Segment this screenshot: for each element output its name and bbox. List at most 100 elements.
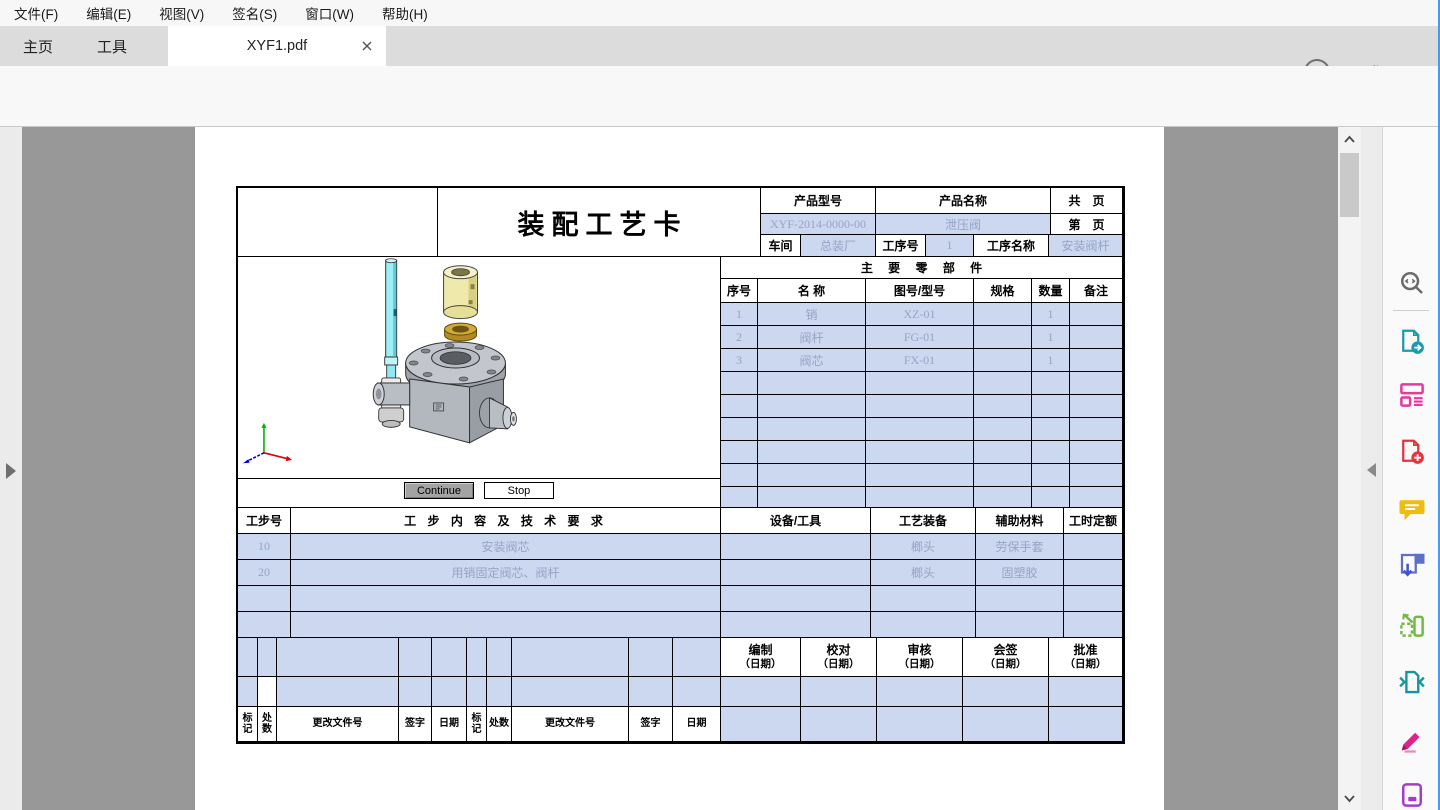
form-field[interactable]: [1070, 372, 1123, 395]
form-field[interactable]: [871, 612, 976, 638]
form-field[interactable]: [721, 612, 871, 638]
form-field[interactable]: [721, 534, 871, 560]
form-field[interactable]: [721, 560, 871, 586]
menu-view[interactable]: 视图(V): [159, 3, 204, 23]
form-field[interactable]: [1070, 487, 1123, 508]
close-tab-icon[interactable]: [360, 39, 374, 53]
form-field[interactable]: [1032, 441, 1070, 464]
form-field[interactable]: FX-01: [866, 349, 974, 372]
form-field[interactable]: [1032, 487, 1070, 508]
form-field[interactable]: [866, 441, 974, 464]
form-field[interactable]: [467, 677, 487, 707]
form-field[interactable]: 阀芯: [758, 349, 866, 372]
tab-tools[interactable]: 工具: [84, 26, 140, 66]
fill-and-sign-icon[interactable]: [1396, 723, 1428, 755]
form-field[interactable]: [629, 677, 673, 707]
expand-left-pane-icon[interactable]: [6, 463, 16, 479]
form-field[interactable]: [976, 612, 1064, 638]
form-field[interactable]: [673, 638, 721, 677]
form-field[interactable]: [758, 464, 866, 487]
form-field[interactable]: [721, 586, 871, 612]
form-field[interactable]: [721, 441, 758, 464]
protect-pdf-icon[interactable]: [1396, 779, 1428, 810]
form-field[interactable]: [974, 487, 1032, 508]
form-field[interactable]: [866, 372, 974, 395]
form-field[interactable]: [974, 326, 1032, 349]
form-field[interactable]: [963, 677, 1049, 707]
search-icon[interactable]: [1396, 267, 1428, 299]
form-field[interactable]: 阀杆: [758, 326, 866, 349]
form-field[interactable]: [758, 441, 866, 464]
scroll-down-icon[interactable]: [1341, 790, 1358, 807]
form-field[interactable]: [1070, 349, 1123, 372]
form-field[interactable]: [512, 677, 629, 707]
form-field[interactable]: 20: [238, 560, 291, 586]
form-field[interactable]: [963, 707, 1049, 742]
form-field[interactable]: [238, 677, 258, 707]
form-field[interactable]: [974, 418, 1032, 441]
form-field[interactable]: [866, 487, 974, 508]
form-field[interactable]: 2: [721, 326, 758, 349]
form-field[interactable]: [1064, 560, 1123, 586]
form-field[interactable]: [974, 349, 1032, 372]
form-field[interactable]: [721, 677, 801, 707]
form-field[interactable]: [291, 612, 721, 638]
menu-edit[interactable]: 编辑(E): [86, 3, 131, 23]
form-field[interactable]: [1070, 441, 1123, 464]
form-field[interactable]: [721, 487, 758, 508]
form-field[interactable]: [877, 677, 963, 707]
menu-help[interactable]: 帮助(H): [382, 3, 428, 23]
form-field[interactable]: 1: [1032, 303, 1070, 326]
form-field[interactable]: XZ-01: [866, 303, 974, 326]
vertical-scrollbar[interactable]: [1338, 127, 1361, 810]
form-field[interactable]: FG-01: [866, 326, 974, 349]
scan-ocr-icon[interactable]: [1396, 609, 1428, 641]
form-field[interactable]: 安装阀芯: [291, 534, 721, 560]
form-field[interactable]: [277, 638, 399, 677]
form-field[interactable]: 固塑胶: [976, 560, 1064, 586]
scrollbar-thumb[interactable]: [1340, 153, 1359, 217]
form-field[interactable]: [1032, 372, 1070, 395]
form-field[interactable]: 榔头: [871, 534, 976, 560]
form-field[interactable]: [238, 586, 291, 612]
form-field[interactable]: [721, 464, 758, 487]
form-field[interactable]: [801, 707, 877, 742]
form-field[interactable]: [1070, 418, 1123, 441]
form-field[interactable]: 10: [238, 534, 291, 560]
form-field[interactable]: 劳保手套: [976, 534, 1064, 560]
form-field[interactable]: [974, 303, 1032, 326]
form-field[interactable]: [432, 638, 467, 677]
form-field[interactable]: 3: [721, 349, 758, 372]
scroll-up-icon[interactable]: [1341, 131, 1358, 148]
form-field[interactable]: 用销固定阀芯、阀杆: [291, 560, 721, 586]
form-field[interactable]: [432, 677, 467, 707]
form-field[interactable]: [758, 395, 866, 418]
form-field[interactable]: [1064, 586, 1123, 612]
form-field[interactable]: [467, 638, 487, 677]
form-field[interactable]: [399, 677, 432, 707]
tab-document[interactable]: XYF1.pdf: [168, 26, 386, 66]
continue-button[interactable]: Continue: [404, 482, 474, 499]
form-field[interactable]: [1070, 326, 1123, 349]
comment-tool-icon[interactable]: [1396, 493, 1428, 525]
menu-sign[interactable]: 签名(S): [232, 3, 277, 23]
form-field[interactable]: 榔头: [871, 560, 976, 586]
form-field[interactable]: 1: [721, 303, 758, 326]
form-field[interactable]: [1070, 303, 1123, 326]
combine-files-icon[interactable]: [1396, 549, 1428, 581]
form-field[interactable]: [721, 395, 758, 418]
process-name-field[interactable]: 安装阀杆: [1049, 235, 1123, 257]
form-field[interactable]: [1032, 395, 1070, 418]
form-field[interactable]: [974, 372, 1032, 395]
menu-window[interactable]: 窗口(W): [305, 3, 354, 23]
form-field[interactable]: [976, 586, 1064, 612]
form-field[interactable]: [238, 638, 258, 677]
product-model-field[interactable]: XYF-2014-0000-00: [761, 214, 876, 235]
form-field[interactable]: [974, 395, 1032, 418]
form-field[interactable]: [1064, 534, 1123, 560]
form-field[interactable]: [866, 418, 974, 441]
create-pdf-icon[interactable]: [1396, 436, 1428, 468]
form-field[interactable]: 1: [1032, 326, 1070, 349]
form-field[interactable]: [673, 677, 721, 707]
form-field[interactable]: [258, 677, 277, 707]
